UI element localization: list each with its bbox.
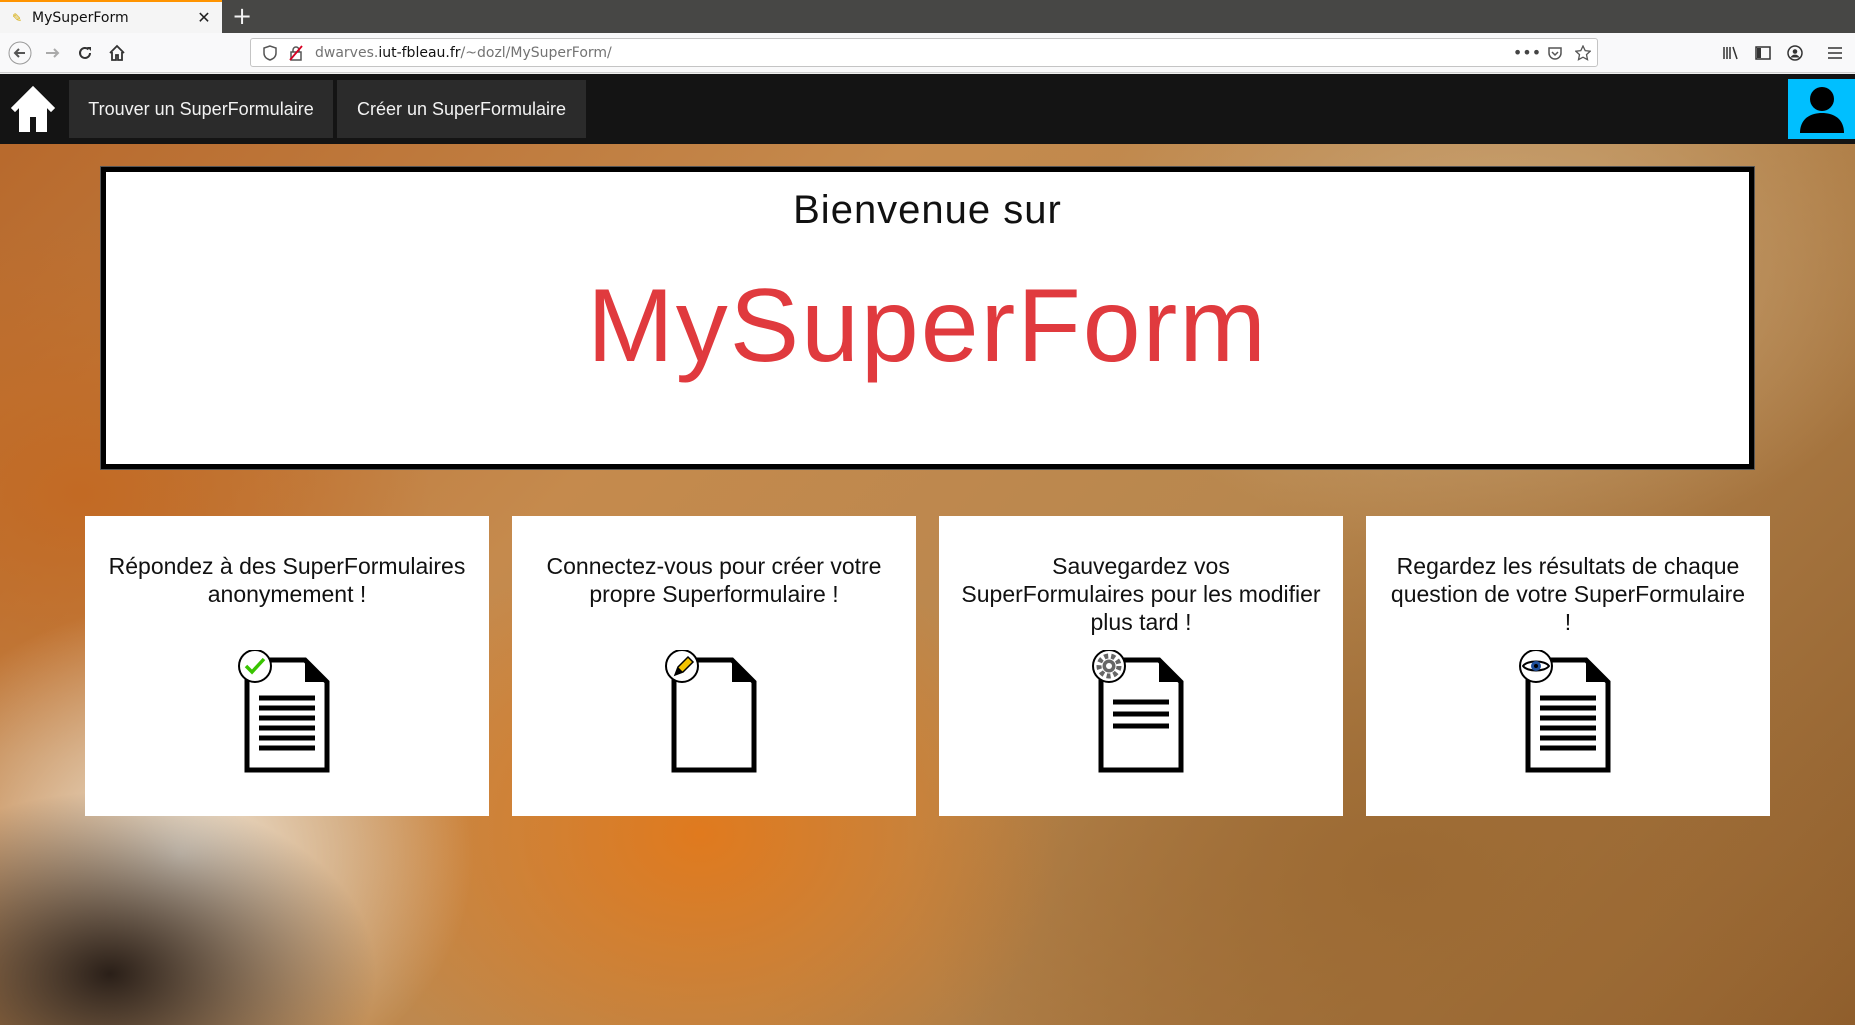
url-bar[interactable]: dwarves.iut-fbleau.fr/~dozl/MySuperForm/… (250, 38, 1598, 67)
user-account-button[interactable] (1788, 79, 1855, 139)
welcome-subtitle: Bienvenue sur (793, 188, 1062, 232)
feature-card-text: Regardez les résultats de chaque questio… (1390, 553, 1746, 635)
site-navbar: Trouver un SuperFormulaire Créer un Supe… (0, 74, 1855, 144)
library-icon[interactable] (1717, 39, 1745, 67)
house-icon (11, 86, 55, 132)
close-tab-icon[interactable]: ✕ (192, 6, 216, 30)
new-tab-button[interactable]: + (228, 2, 256, 30)
home-icon (109, 44, 125, 61)
browser-tab-bar: ✎ MySuperForm ✕ + (0, 0, 1855, 33)
brand-title: MySuperForm (587, 268, 1268, 384)
feature-card-text: Sauvegardez vos SuperFormulaires pour le… (961, 553, 1321, 635)
sidebar-icon[interactable] (1749, 39, 1777, 67)
home-button[interactable] (103, 39, 131, 67)
back-button[interactable] (6, 39, 34, 67)
pocket-icon[interactable] (1541, 45, 1569, 61)
site-home-button[interactable] (0, 74, 66, 144)
forward-arrow-icon (46, 48, 60, 58)
welcome-banner: Bienvenue sur MySuperForm (101, 167, 1754, 469)
feature-card-answer: Répondez à des SuperFormulaires anonymem… (85, 516, 489, 816)
nav-find-superform[interactable]: Trouver un SuperFormulaire (69, 80, 333, 138)
forward-button[interactable] (39, 39, 67, 67)
document-gear-icon (1092, 650, 1184, 773)
nav-create-superform[interactable]: Créer un SuperFormulaire (337, 80, 586, 138)
page-actions-menu-icon[interactable]: ••• (1513, 43, 1541, 62)
feature-card-text: Connectez-vous pour créer votre propre S… (546, 553, 882, 607)
back-arrow-icon (8, 41, 32, 65)
url-text[interactable]: dwarves.iut-fbleau.fr/~dozl/MySuperForm/ (315, 45, 1513, 61)
tab-title: MySuperForm (32, 9, 129, 26)
account-icon[interactable] (1781, 39, 1809, 67)
page-background: Trouver un SuperFormulaire Créer un Supe… (0, 74, 1855, 1025)
document-check-icon (238, 650, 330, 773)
document-pencil-icon (665, 650, 757, 773)
feature-card-results: Regardez les résultats de chaque questio… (1366, 516, 1770, 816)
insecure-lock-icon[interactable] (285, 44, 307, 61)
reload-icon (79, 46, 91, 59)
browser-toolbar: dwarves.iut-fbleau.fr/~dozl/MySuperForm/… (0, 33, 1855, 73)
hamburger-menu-icon[interactable] (1821, 39, 1849, 67)
user-silhouette-icon (1799, 87, 1844, 133)
reload-button[interactable] (71, 39, 99, 67)
browser-tab[interactable]: ✎ MySuperForm ✕ (0, 0, 222, 33)
feature-card-save: Sauvegardez vos SuperFormulaires pour le… (939, 516, 1343, 816)
feature-card-create: Connectez-vous pour créer votre propre S… (512, 516, 916, 816)
shield-icon[interactable] (259, 44, 281, 61)
feature-card-text: Répondez à des SuperFormulaires anonymem… (108, 553, 466, 607)
document-eye-icon (1519, 650, 1611, 773)
pencil-favicon-icon: ✎ (12, 10, 23, 25)
bookmark-star-icon[interactable] (1569, 44, 1597, 61)
